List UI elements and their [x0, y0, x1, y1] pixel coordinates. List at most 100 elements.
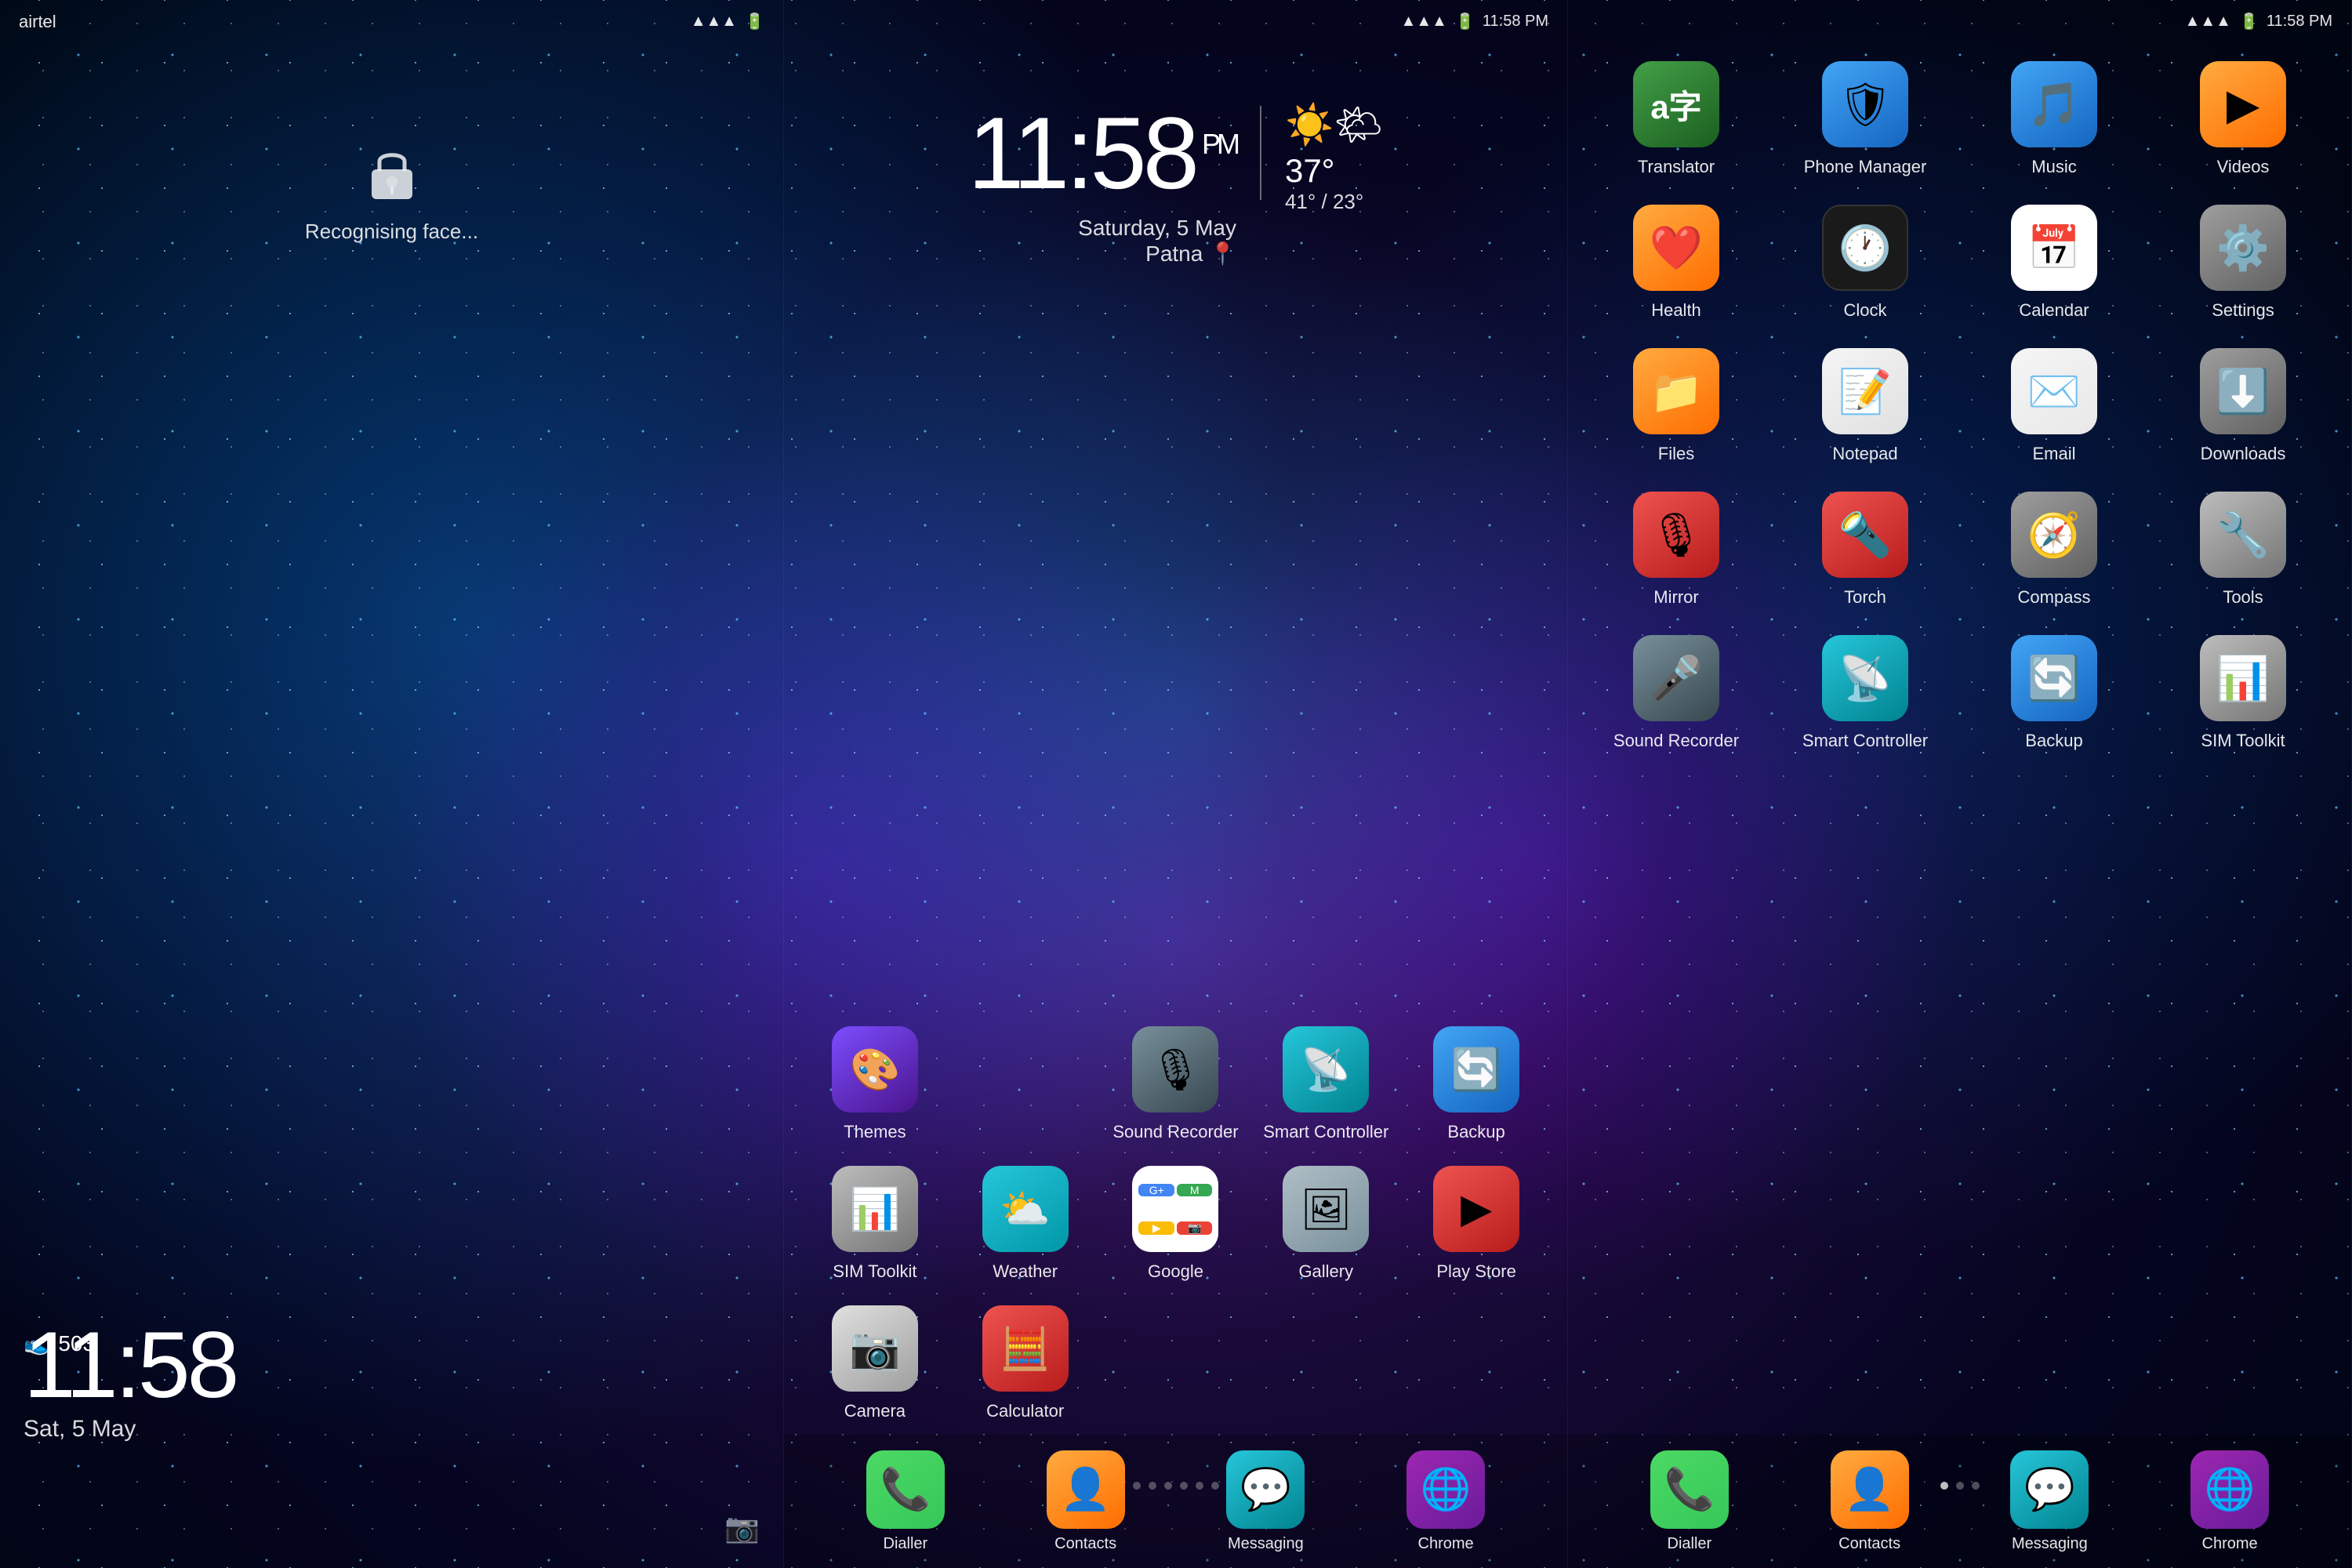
recognising-text: Recognising face...	[305, 220, 478, 244]
lock-clock-time: 11:58	[24, 1318, 236, 1412]
status-right-panel2: ▲▲▲ 🔋 11:58 PM	[1401, 12, 1548, 31]
status-bar-panel1: airtel ▲▲▲ 🔋	[0, 0, 783, 43]
widget-date: Saturday, 5 May Patna 📍	[967, 216, 1236, 267]
p2-app-8[interactable]: 🖼 Gallery	[1250, 1152, 1401, 1291]
files-icon: 📁	[1650, 366, 1703, 417]
app-label-tools: Tools	[2223, 587, 2263, 608]
p2-app-1	[950, 1012, 1101, 1152]
app-phone-manager[interactable]: 🛡 Phone Manager	[1773, 47, 1958, 187]
phone-manager-icon: 🛡	[1838, 79, 1893, 130]
p2-app-0[interactable]: 🎨 Themes	[800, 1012, 950, 1152]
p2-app-5[interactable]: 📊SIM Toolkit	[800, 1152, 950, 1291]
backup2-icon: 🔄	[2027, 653, 2081, 704]
location-text: Patna	[1145, 241, 1203, 266]
app-label-settings: Settings	[2212, 300, 2274, 321]
icon-11: 🧮	[982, 1305, 1069, 1392]
app-email[interactable]: ✉️ Email	[1962, 334, 2147, 474]
translator-icon: a字	[1650, 81, 1701, 129]
widget-weather: ☀️🌤 37° 41° / 23°	[1285, 94, 1384, 214]
settings-icon: ⚙️	[2216, 223, 2270, 274]
chrome-icon: 🌐	[1421, 1465, 1472, 1513]
compass-icon: 🧭	[2027, 510, 2081, 561]
app-torch[interactable]: 🔦 Torch	[1773, 477, 1958, 617]
signal-icon2: ▲▲▲	[1401, 13, 1447, 31]
carrier-label: airtel	[19, 12, 56, 32]
label-2: Sound Recorder	[1112, 1122, 1238, 1142]
p2-app-4[interactable]: 🔄Backup	[1401, 1012, 1552, 1152]
dock-messaging[interactable]: 💬 Messaging	[1226, 1450, 1305, 1553]
label-8: Gallery	[1298, 1261, 1353, 1282]
dock-panel3: 📞 Dialler 👤 Contacts 💬 Messaging 🌐	[1568, 1435, 2351, 1568]
app-smart-controller2[interactable]: 📡 Smart Controller	[1773, 621, 1958, 760]
lock-clock-date: Sat, 5 May	[24, 1416, 236, 1443]
app-downloads[interactable]: ⬇️ Downloads	[2151, 334, 2336, 474]
app-label-videos: Videos	[2217, 157, 2270, 177]
app-music[interactable]: 🎵 Music	[1962, 47, 2147, 187]
camera-button[interactable]: 📷	[724, 1512, 760, 1544]
dock-chrome3[interactable]: 🌐 Chrome	[2190, 1450, 2269, 1553]
dock-dialler3[interactable]: 📞 Dialler	[1650, 1450, 1729, 1553]
lock-icon	[361, 141, 423, 204]
dock-messaging3[interactable]: 💬 Messaging	[2010, 1450, 2089, 1553]
widget-ampm: PM	[1202, 128, 1236, 160]
health-icon: ❤️	[1650, 223, 1703, 274]
dock-chrome[interactable]: 🌐 Chrome	[1406, 1450, 1485, 1553]
app-tools[interactable]: 🔧 Tools	[2151, 477, 2336, 617]
dock-dialler[interactable]: 📞 Dialler	[866, 1450, 945, 1553]
mirror-icon: 🎙	[1649, 510, 1704, 561]
widget-time: 11:58PM Saturday, 5 May Patna 📍	[967, 94, 1236, 267]
label-10: Camera	[844, 1401, 906, 1421]
p2-app-9[interactable]: ▶Play Store	[1401, 1152, 1552, 1291]
app-label-health: Health	[1651, 300, 1701, 321]
p2-app-11[interactable]: 🧮 Calculator	[950, 1291, 1101, 1431]
p2-app-7[interactable]: G+ M ▶ 📷 Google	[1101, 1152, 1251, 1291]
app-health[interactable]: ❤️ Health	[1584, 191, 1769, 330]
icon-8: 🖼	[1283, 1166, 1369, 1252]
app-videos[interactable]: ▶ Videos	[2151, 47, 2336, 187]
google-icon: G+ M ▶ 📷	[1132, 1166, 1218, 1252]
app-settings[interactable]: ⚙️ Settings	[2151, 191, 2336, 330]
widget-divider	[1260, 106, 1261, 200]
app-translator[interactable]: a字 Translator	[1584, 47, 1769, 187]
icon-10: 📷	[832, 1305, 918, 1392]
p2-app-2[interactable]: 🎙Sound Recorder	[1101, 1012, 1251, 1152]
app-sound-recorder2[interactable]: 🎤 Sound Recorder	[1584, 621, 1769, 760]
weather-icon: ☀️🌤	[1285, 102, 1384, 148]
dock-chrome-label: Chrome	[1418, 1535, 1474, 1553]
clock-icon: 🕐	[1838, 223, 1892, 274]
icon-4: 🔄	[1433, 1026, 1519, 1112]
label-7: Google	[1148, 1261, 1203, 1282]
p2-app-6[interactable]: ⛅Weather	[950, 1152, 1101, 1291]
icon-0: 🎨	[832, 1026, 918, 1112]
app-drawer-panel: ▲▲▲ 🔋 11:58 PM a字 Translator 🛡 Phone Man…	[1568, 0, 2352, 1568]
messaging-icon: 💬	[1240, 1465, 1291, 1513]
signal-icon3: ▲▲▲	[2185, 13, 2231, 31]
dock-contacts3[interactable]: 👤 Contacts	[1831, 1450, 1909, 1553]
app-files[interactable]: 📁 Files	[1584, 334, 1769, 474]
status-bar-panel2: ▲▲▲ 🔋 11:58 PM	[784, 0, 1567, 43]
lock-clock: 11:58 Sat, 5 May	[24, 1318, 236, 1443]
dock-contacts[interactable]: 👤 Contacts	[1047, 1450, 1125, 1553]
app-sim-toolkit2[interactable]: 📊 SIM Toolkit	[2151, 621, 2336, 760]
label-11: Calculator	[986, 1401, 1064, 1421]
tools-icon: 🔧	[2216, 510, 2270, 561]
dock-chrome3-label: Chrome	[2202, 1535, 2258, 1553]
p2-app-10[interactable]: 📷 Camera	[800, 1291, 950, 1431]
app-clock[interactable]: 🕐 Clock	[1773, 191, 1958, 330]
app-compass[interactable]: 🧭 Compass	[1962, 477, 2147, 617]
app-label-smart-controller2: Smart Controller	[1802, 731, 1928, 751]
weather-range: 41° / 23°	[1285, 190, 1363, 214]
p2-app-3[interactable]: 📡Smart Controller	[1250, 1012, 1401, 1152]
time-label3: 11:58 PM	[2267, 13, 2332, 31]
app-mirror[interactable]: 🎙 Mirror	[1584, 477, 1769, 617]
music-icon: 🎵	[2027, 79, 2081, 130]
label-9: Play Store	[1436, 1261, 1516, 1282]
app-notepad[interactable]: 📝 Notepad	[1773, 334, 1958, 474]
app-label-backup2: Backup	[2025, 731, 2082, 751]
app-calendar[interactable]: 📅 Calendar	[1962, 191, 2147, 330]
app-label-files: Files	[1658, 444, 1694, 464]
app-backup2[interactable]: 🔄 Backup	[1962, 621, 2147, 760]
time-label2: 11:58 PM	[1483, 13, 1548, 31]
app-label-sound-recorder2: Sound Recorder	[1613, 731, 1739, 751]
label-0: Themes	[844, 1122, 906, 1142]
